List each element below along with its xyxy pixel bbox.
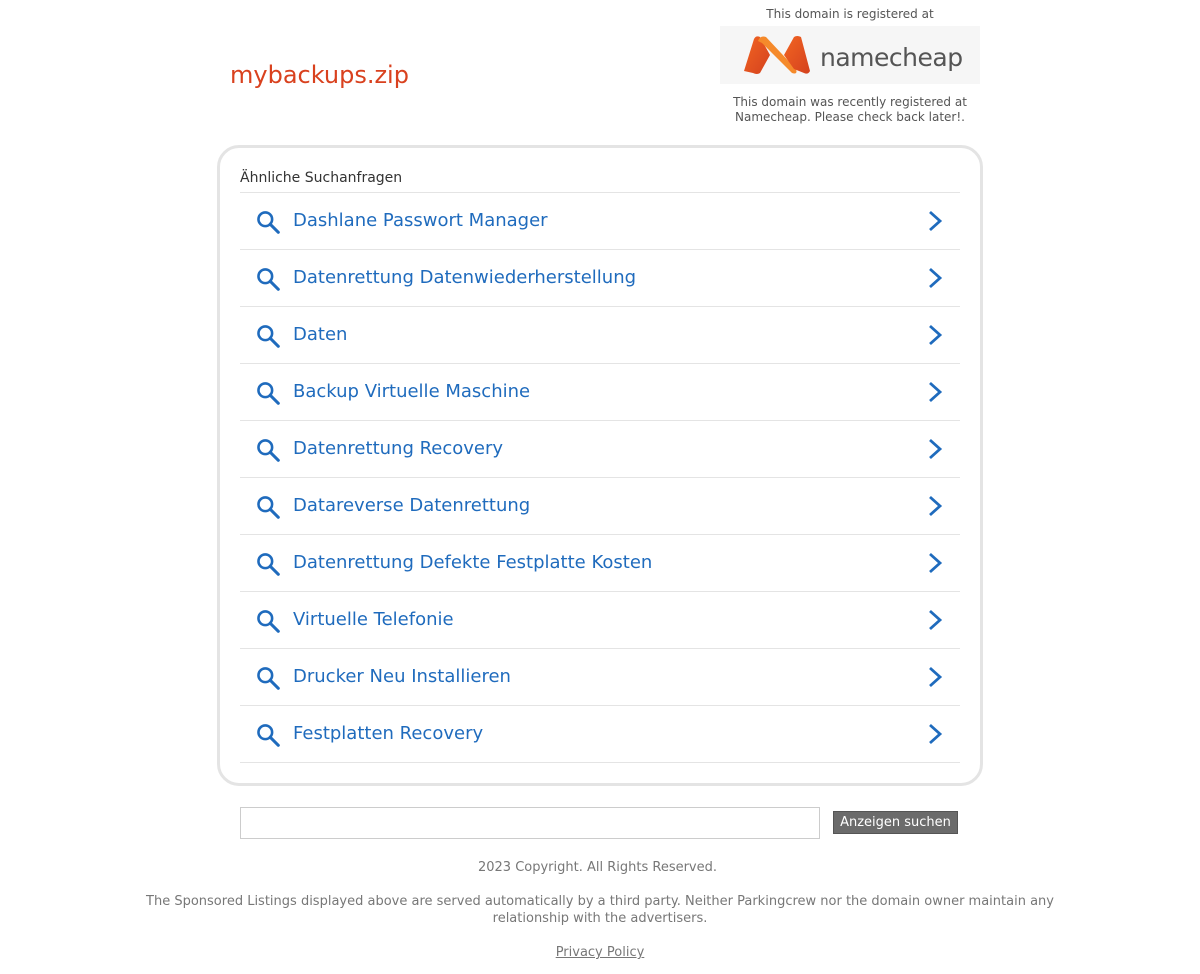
related-search-label: Dashlane Passwort Manager: [293, 210, 548, 231]
search-icon: [257, 382, 280, 405]
domain-title[interactable]: mybackups.zip: [230, 60, 409, 90]
related-searches-heading: Ähnliche Suchanfragen: [240, 170, 403, 186]
search-icon: [257, 268, 280, 291]
related-search-item[interactable]: Virtuelle Telefonie: [240, 592, 960, 649]
related-searches-list: Dashlane Passwort Manager Datenrettung Da…: [240, 192, 960, 763]
related-search-label: Datenrettung Datenwiederherstellung: [293, 267, 637, 288]
chevron-right-icon: [929, 210, 943, 232]
search-icon: [257, 724, 280, 747]
related-search-item[interactable]: Drucker Neu Installieren: [240, 649, 960, 706]
chevron-right-icon: [929, 438, 943, 460]
related-search-item[interactable]: Datenrettung Recovery: [240, 421, 960, 478]
related-search-label: Datenrettung Recovery: [293, 438, 504, 459]
search-icon: [257, 610, 280, 633]
related-search-item[interactable]: Datenrettung Defekte Festplatte Kosten: [240, 535, 960, 592]
registrar-notice: This domain was recently registered at N…: [733, 95, 967, 124]
chevron-right-icon: [929, 666, 943, 688]
chevron-right-icon: [929, 381, 943, 403]
search-icon: [257, 211, 280, 234]
privacy-policy-link[interactable]: Privacy Policy: [556, 945, 645, 960]
chevron-right-icon: [929, 495, 943, 517]
related-search-item[interactable]: Dashlane Passwort Manager: [240, 193, 960, 250]
search-ads-button[interactable]: Anzeigen suchen: [833, 811, 958, 834]
chevron-right-icon: [929, 267, 943, 289]
related-search-label: Daten: [293, 324, 348, 345]
related-search-label: Datareverse Datenrettung: [293, 495, 531, 516]
disclaimer-text: The Sponsored Listings displayed above a…: [146, 894, 1054, 926]
search-input[interactable]: [240, 807, 820, 839]
related-search-label: Backup Virtuelle Maschine: [293, 381, 531, 402]
related-search-item[interactable]: Backup Virtuelle Maschine: [240, 364, 960, 421]
registrar-intro: This domain is registered at: [766, 7, 934, 21]
privacy-policy: Privacy Policy: [0, 944, 1200, 961]
related-search-label: Virtuelle Telefonie: [293, 609, 454, 630]
related-search-item[interactable]: Daten: [240, 307, 960, 364]
related-search-item[interactable]: Datenrettung Datenwiederherstellung: [240, 250, 960, 307]
related-search-item[interactable]: Datareverse Datenrettung: [240, 478, 960, 535]
search-icon: [257, 439, 280, 462]
namecheap-logo-icon: [744, 36, 810, 74]
chevron-right-icon: [929, 552, 943, 574]
related-search-label: Datenrettung Defekte Festplatte Kosten: [293, 552, 653, 573]
copyright-text: 2023 Copyright. All Rights Reserved.: [477, 860, 718, 875]
chevron-right-icon: [929, 324, 943, 346]
namecheap-logo-link[interactable]: namecheap: [720, 26, 980, 84]
chevron-right-icon: [929, 723, 943, 745]
related-search-item[interactable]: Festplatten Recovery: [240, 706, 960, 763]
search-icon: [257, 553, 280, 576]
namecheap-logo-text: namecheap: [820, 43, 963, 72]
search-icon: [257, 325, 280, 348]
chevron-right-icon: [929, 609, 943, 631]
related-search-label: Drucker Neu Installieren: [293, 666, 511, 687]
related-search-label: Festplatten Recovery: [293, 723, 484, 744]
search-icon: [257, 496, 280, 519]
search-icon: [257, 667, 280, 690]
